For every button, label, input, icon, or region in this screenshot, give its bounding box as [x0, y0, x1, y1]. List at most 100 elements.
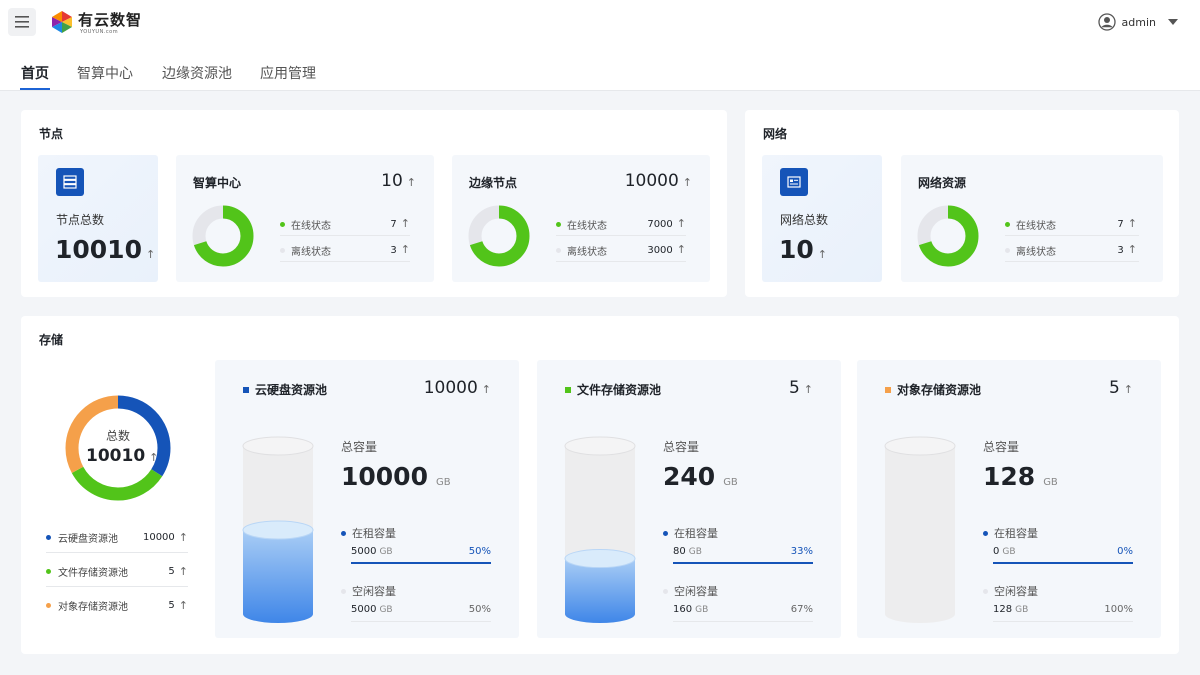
- network-resource-panel: 网络资源 在线状态 7 ↑ 离线状态 3 ↑: [901, 155, 1163, 282]
- rented-capacity-value: 0 GB: [993, 546, 1016, 557]
- pool-count: 5 ↑: [788, 378, 813, 398]
- up-arrow-icon: ↑: [803, 383, 813, 396]
- free-capacity-value: 5000 GB: [351, 604, 393, 615]
- network-offline-label: 离线状态: [1005, 243, 1056, 258]
- rented-dot: [341, 530, 346, 536]
- cylinder-body: [885, 446, 955, 623]
- storage-pool-panel-3: 对象存储资源池 5 ↑ 总容量 128 GB 在租容量 0 GB 0% 空闲容量 12…: [857, 360, 1161, 638]
- user-menu[interactable]: admin: [1097, 12, 1178, 32]
- divider: [556, 261, 686, 262]
- up-arrow-icon: ↑: [682, 176, 692, 189]
- total-capacity-value: 240 GB: [663, 462, 738, 491]
- active-tab-indicator: [20, 88, 50, 90]
- free-underline: [351, 621, 491, 622]
- offline-dot: [1005, 248, 1010, 253]
- cylinder-top: [884, 436, 956, 456]
- storage-total-value: 10010 ↑: [86, 446, 159, 466]
- up-arrow-icon: ↑: [481, 383, 491, 396]
- rented-underline: [993, 562, 1133, 564]
- rented-capacity-value: 80 GB: [673, 546, 702, 557]
- compute-center-panel: 智算中心 10 ↑ 在线状态 7 ↑ 离线状态 3 ↑: [176, 155, 434, 282]
- network-resource-donut: [917, 205, 979, 267]
- brand-subtitle: YOUYUN.com: [80, 29, 119, 35]
- storage-card: 存储 总数 10010 ↑ 云硬盘资源池 10000 ↑ 文件存储资源池 5 ↑ 对象存储…: [21, 316, 1179, 654]
- total-capacity-value: 128 GB: [983, 462, 1058, 491]
- edge-nodes-count: 10000 ↑: [624, 171, 692, 191]
- edge-online-value: 7000 ↑: [647, 217, 686, 230]
- storage-pool-panel-2: 文件存储资源池 5 ↑ 总容量 240 GB 在租容量 80 GB 33% 空闲容量 …: [537, 360, 841, 638]
- tab-compute-center[interactable]: 智算中心: [77, 63, 133, 83]
- compute-center-title: 智算中心: [193, 176, 242, 190]
- brand-logo[interactable]: 有云数智 YOUYUN.com: [50, 9, 142, 35]
- rented-dot: [663, 530, 668, 536]
- free-percent: 50%: [468, 604, 491, 615]
- up-arrow-icon: ↑: [676, 217, 686, 230]
- free-percent: 67%: [790, 604, 813, 615]
- up-arrow-icon: ↑: [1127, 217, 1137, 230]
- compute-offline-value: 3 ↑: [390, 243, 410, 256]
- network-title: 网络: [763, 127, 788, 141]
- up-arrow-icon: ↑: [178, 530, 188, 544]
- divider: [556, 235, 686, 236]
- free-capacity-label: 空闲容量: [663, 583, 718, 599]
- tab-app-management[interactable]: 应用管理: [260, 63, 316, 83]
- brand-name: 有云数智: [78, 10, 143, 29]
- up-arrow-icon: ↑: [178, 598, 188, 612]
- offline-dot: [556, 248, 561, 253]
- tab-edge-pool[interactable]: 边缘资源池: [162, 63, 232, 83]
- cylinder-top: [564, 436, 636, 456]
- rented-dot: [983, 530, 988, 536]
- storage-title: 存储: [39, 333, 64, 347]
- edge-offline-value: 3000 ↑: [647, 243, 686, 256]
- free-capacity-value: 128 GB: [993, 604, 1029, 615]
- edge-nodes-panel: 边缘节点 10000 ↑ 在线状态 7000 ↑ 离线状态 3000 ↑: [452, 155, 710, 282]
- node-total-value: 10010 ↑: [55, 235, 156, 264]
- menu-toggle-button[interactable]: [8, 8, 36, 36]
- network-resource-title: 网络资源: [918, 176, 967, 190]
- legend-dot: [46, 534, 51, 540]
- rented-percent: 0%: [1117, 546, 1133, 557]
- cylinder-fill: [565, 558, 635, 623]
- top-header: 有云数智 YOUYUN.com admin: [0, 0, 1200, 44]
- free-underline: [993, 621, 1133, 622]
- legend-item-file: 文件存储资源池 5 ↑: [46, 562, 188, 580]
- up-arrow-icon: ↑: [406, 176, 416, 189]
- compute-center-donut: [192, 205, 254, 267]
- rented-capacity-label: 在租容量: [983, 525, 1038, 541]
- rented-percent: 50%: [468, 546, 491, 557]
- pool-capacity-cylinder: [564, 436, 636, 623]
- network-online-label: 在线状态: [1005, 217, 1056, 232]
- online-dot: [280, 222, 285, 227]
- network-total-label: 网络总数: [780, 213, 829, 227]
- pool-title: 对象存储资源池: [885, 381, 981, 398]
- cylinder-fill: [243, 530, 313, 623]
- network-total-panel: 网络总数 10 ↑: [762, 155, 882, 282]
- online-dot: [1005, 222, 1010, 227]
- divider: [46, 586, 188, 587]
- logo-mark-icon: [52, 11, 72, 33]
- edge-offline-label: 离线状态: [556, 243, 607, 258]
- edge-nodes-donut: [468, 205, 530, 267]
- compute-center-count: 10 ↑: [381, 171, 416, 191]
- node-total-panel: 节点总数 10010 ↑: [38, 155, 158, 282]
- compute-online-label: 在线状态: [280, 217, 331, 232]
- pool-color-marker: [565, 386, 571, 393]
- cylinder-fill-top: [564, 549, 636, 569]
- divider: [280, 235, 410, 236]
- tab-home[interactable]: 首页: [21, 63, 49, 83]
- username: admin: [1121, 15, 1156, 29]
- network-total-value: 10 ↑: [779, 235, 828, 264]
- node-total-label: 节点总数: [56, 213, 105, 227]
- up-arrow-icon: ↑: [145, 248, 156, 261]
- legend-item-object: 对象存储资源池 5 ↑: [46, 596, 188, 614]
- legend-dot: [46, 568, 51, 574]
- network-card: 网络 网络总数 10 ↑ 网络资源 在线状态 7 ↑ 离线状态 3 ↑: [745, 110, 1179, 297]
- total-capacity-label: 总容量: [341, 440, 378, 454]
- pool-title: 云硬盘资源池: [243, 381, 327, 398]
- pool-color-marker: [243, 386, 249, 393]
- network-card-icon: [780, 168, 808, 196]
- up-arrow-icon: ↑: [817, 248, 828, 261]
- caret-down-icon: [1168, 19, 1178, 25]
- free-dot: [983, 588, 988, 594]
- up-arrow-icon: ↑: [149, 451, 159, 464]
